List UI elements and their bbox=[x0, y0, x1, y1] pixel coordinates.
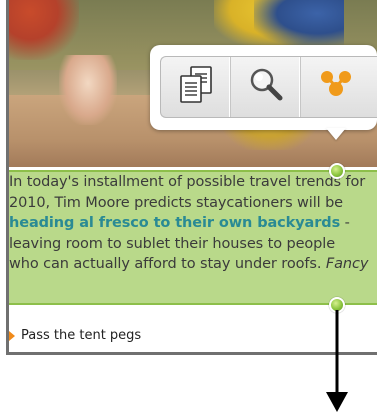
screenshot-frame: In today's installment of possible trave… bbox=[0, 0, 377, 413]
search-button[interactable] bbox=[231, 57, 301, 117]
article-text-italic: Fancy bbox=[325, 256, 369, 273]
drag-down-arrow-icon bbox=[326, 310, 348, 412]
article-link[interactable]: heading al fresco to their own backyards bbox=[9, 215, 340, 231]
related-link-label: Pass the tent pegs bbox=[21, 328, 142, 343]
share-button[interactable] bbox=[301, 57, 371, 117]
selection-toolbar bbox=[160, 56, 377, 118]
related-link[interactable]: Pass the tent pegs bbox=[9, 328, 141, 343]
search-icon bbox=[246, 65, 286, 109]
selection-start-handle[interactable] bbox=[329, 163, 345, 179]
bullet-arrow-icon bbox=[9, 330, 15, 341]
article-paragraph[interactable]: In today's installment of possible trave… bbox=[9, 172, 369, 275]
copy-icon bbox=[176, 64, 216, 110]
popup-pointer bbox=[326, 128, 346, 140]
copy-button[interactable] bbox=[161, 57, 231, 117]
share-icon bbox=[316, 65, 356, 109]
article-text-before: In today's installment of possible trave… bbox=[9, 174, 366, 211]
